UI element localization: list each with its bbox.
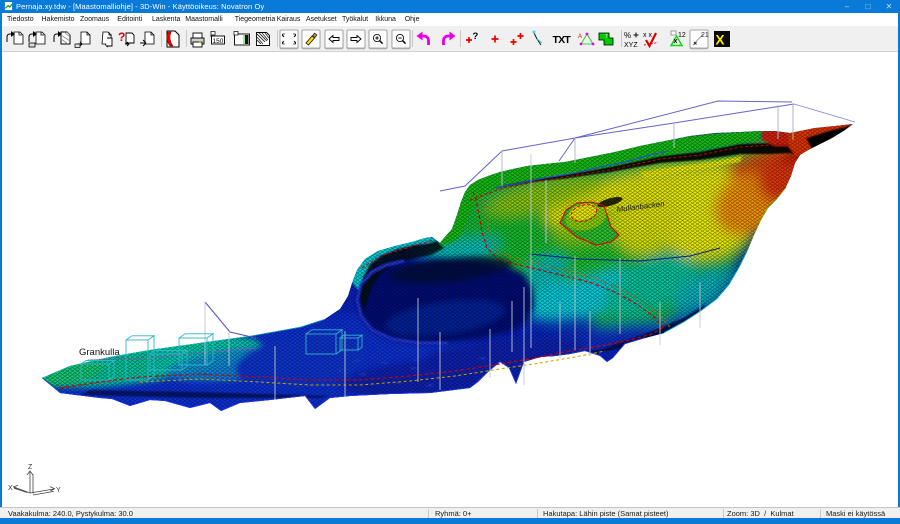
- svg-text:12: 12: [678, 32, 686, 39]
- svg-text:X: X: [716, 33, 725, 48]
- svg-text:21: 21: [701, 32, 709, 39]
- svg-text:X: X: [8, 485, 13, 492]
- svg-text:TXT: TXT: [553, 34, 572, 46]
- svg-text:?: ?: [118, 30, 125, 44]
- svg-text:150: 150: [213, 38, 224, 45]
- svg-text:Grankulla: Grankulla: [79, 347, 120, 358]
- svg-text:A: A: [578, 34, 582, 40]
- svg-text:XYZ: XYZ: [624, 42, 638, 49]
- svg-text:x x: x x: [643, 32, 652, 39]
- svg-text:Y: Y: [56, 487, 61, 494]
- svg-text:?: ?: [473, 31, 479, 42]
- svg-text:%: %: [624, 31, 631, 40]
- svg-text:7: 7: [605, 34, 608, 40]
- svg-text:Z: Z: [28, 464, 33, 471]
